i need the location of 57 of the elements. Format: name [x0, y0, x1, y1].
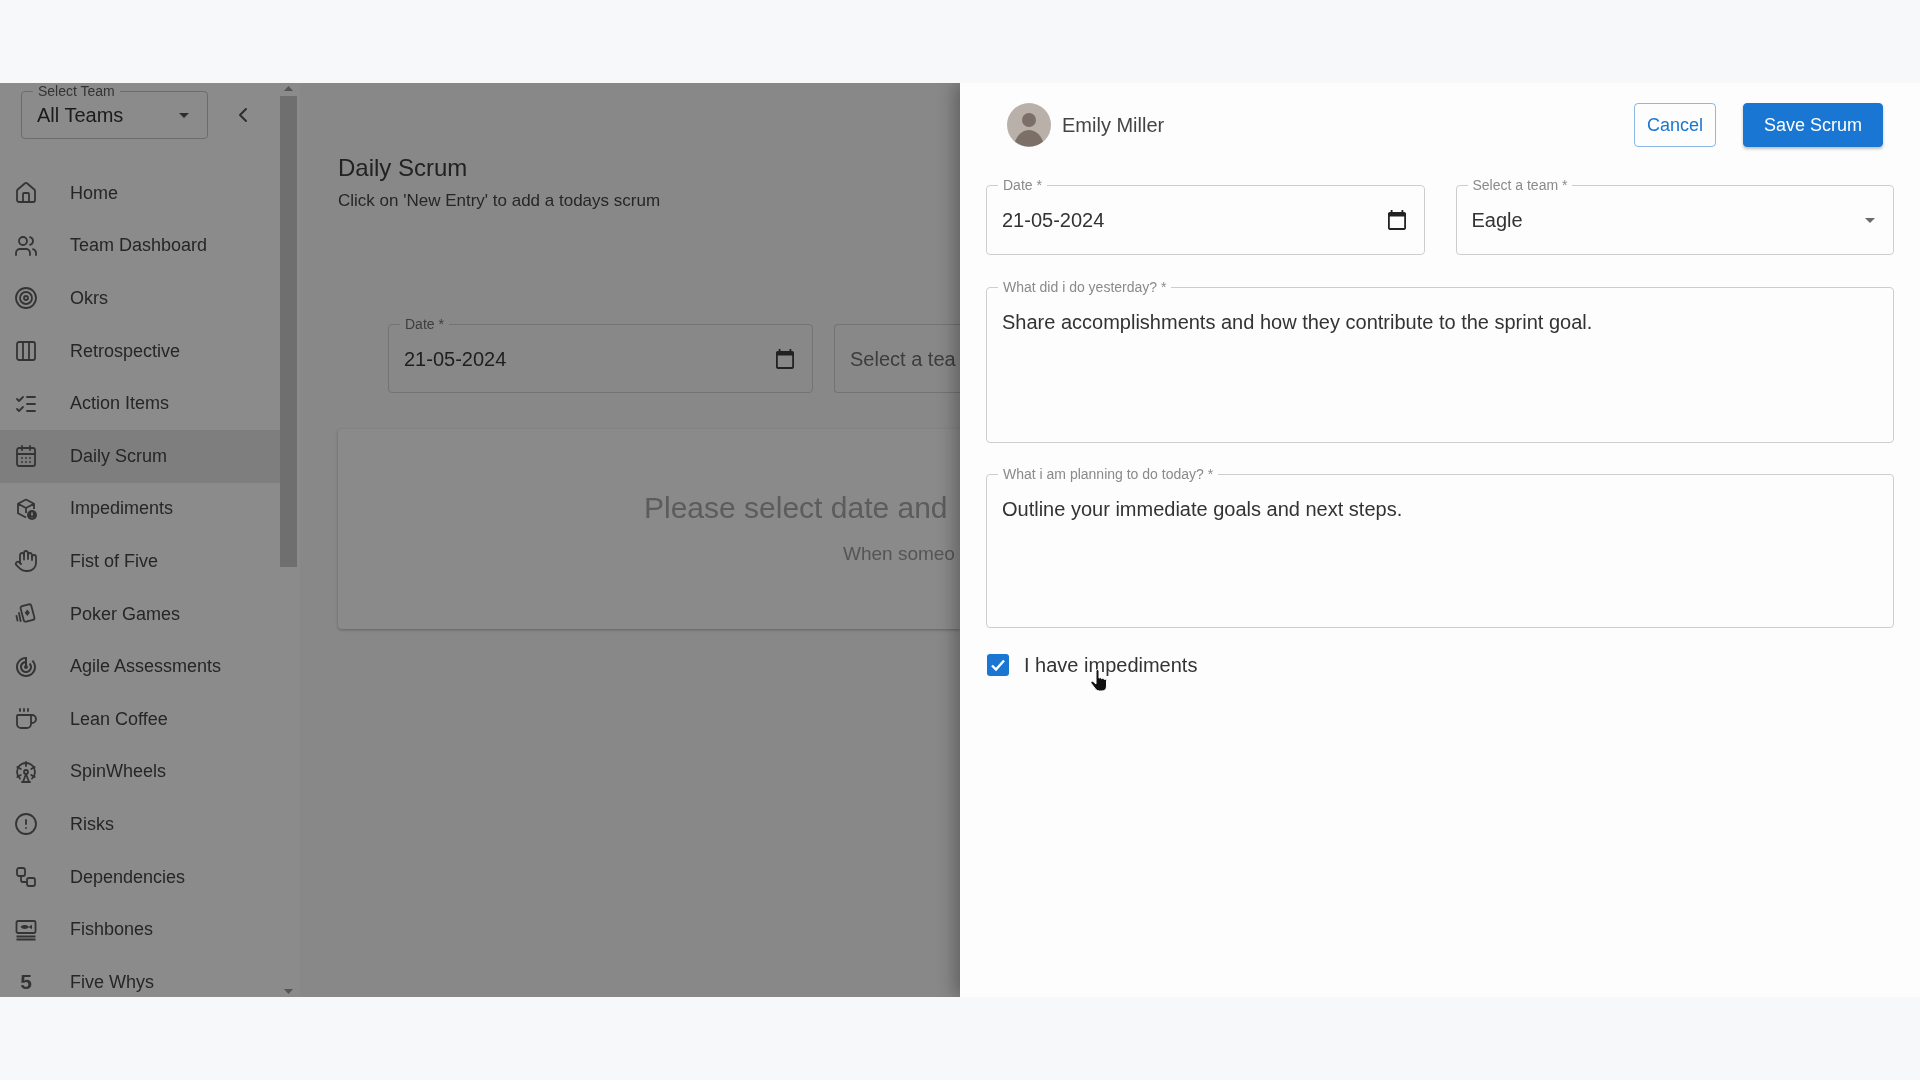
sidebar-item[interactable]: Okrs	[0, 272, 280, 325]
user-name: Emily Miller	[1062, 113, 1165, 137]
sidebar-item[interactable]: Home	[0, 167, 280, 220]
hand-icon	[14, 549, 38, 574]
sidebar-item[interactable]: Dependencies	[0, 850, 280, 904]
cancel-button[interactable]: Cancel	[1633, 103, 1716, 147]
team-select[interactable]: Select Team All Teams	[21, 83, 208, 139]
flowchart-icon	[14, 865, 38, 889]
page-subtitle: Click on 'New Entry' to add a todays scrum	[338, 191, 662, 211]
caret-icon	[1865, 217, 1875, 223]
save-button[interactable]: Save Scrum	[1742, 103, 1883, 147]
field-label: Date *	[400, 316, 449, 332]
coffee-cup-icon	[14, 707, 38, 732]
field-label: What i am planning to do today? *	[998, 466, 1219, 482]
text-area[interactable]: What did i do yesterday? * Share accomplishments and how they contribute to the sprint goal.	[986, 279, 1894, 443]
field-label: What did i do yesterday? *	[998, 279, 1172, 295]
scroll-down-icon[interactable]	[284, 989, 293, 994]
ferris-wheel-icon	[14, 759, 38, 784]
checkbox[interactable]	[987, 654, 1009, 676]
scrollbar-thumb[interactable]	[280, 96, 297, 567]
calendar-icon[interactable]	[1387, 210, 1406, 230]
sidebar-item[interactable]: 5 Five Whys	[0, 955, 280, 997]
scroll-up-icon[interactable]	[284, 86, 293, 91]
alert-circle-icon	[14, 812, 38, 837]
team-select[interactable]: Select a tea	[834, 324, 960, 393]
sidebar-item[interactable]: Fist of Five	[0, 535, 280, 588]
team-select[interactable]: Select a team * Eagle	[1455, 177, 1894, 255]
dial-icon	[14, 654, 38, 679]
sidebar-item[interactable]: SpinWheels	[0, 745, 280, 799]
sidebar-item[interactable]: Retrospective	[0, 324, 280, 378]
text-area[interactable]: What i am planning to do today? * Outline your immediate goals and next steps.	[986, 466, 1894, 628]
target-icon	[14, 286, 38, 311]
sidebar-item[interactable]: Impediments	[0, 482, 280, 536]
field-label: Select a team *	[1467, 177, 1573, 193]
caret-icon	[179, 112, 189, 118]
avatar-icon	[1007, 103, 1051, 147]
sidebar-item[interactable]: Action Items	[0, 377, 280, 430]
sidebar-item[interactable]: Daily Scrum	[0, 429, 280, 483]
sidebar-item[interactable]: Lean Coffee	[0, 692, 280, 746]
date-field[interactable]: Date * 21-05-2024	[986, 177, 1425, 255]
home-icon	[14, 181, 38, 206]
field-label: Select Team	[33, 83, 120, 99]
sidebar-item[interactable]: Agile Assessments	[0, 640, 280, 693]
date-field[interactable]: Date * 21-05-2024	[388, 316, 813, 393]
number-icon: 5	[20, 971, 32, 994]
fish-screen-icon	[14, 917, 38, 942]
box-alert-icon	[14, 496, 38, 521]
checkbox-label[interactable]: I have impediments	[1024, 654, 1198, 676]
columns-icon	[14, 339, 38, 364]
sidebar-item[interactable]: Team Dashboard	[0, 219, 280, 273]
page-title: Daily Scrum	[338, 154, 469, 182]
field-label: Date *	[998, 177, 1047, 193]
sidebar-item[interactable]: Risks	[0, 798, 280, 851]
sidebar-item[interactable]: Fishbones	[0, 903, 280, 956]
calendar-icon	[14, 444, 38, 469]
people-icon	[14, 233, 38, 258]
sidebar-item[interactable]: Poker Games	[0, 587, 280, 641]
